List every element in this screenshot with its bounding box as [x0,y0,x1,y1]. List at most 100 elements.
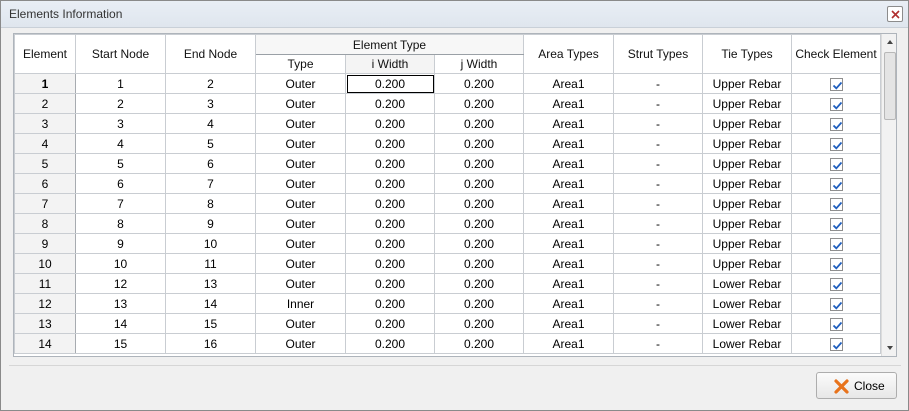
cell-start-node[interactable]: 14 [75,313,166,334]
cell-j-width[interactable]: 0.200 [434,313,524,334]
row-header-element[interactable]: 13 [14,313,76,334]
cell-i-width[interactable]: 0.200 [345,333,435,354]
check-element-checkbox[interactable] [829,217,843,231]
cell-strut-type[interactable]: - [613,213,703,234]
table-row[interactable]: 11 12 13 Outer 0.200 0.200 Area1- Lower Rebar [14,273,881,294]
table-row[interactable]: 12 13 14 Inner 0.200 0.200 Area1- Lower Rebar [14,293,881,314]
chevron-down-icon[interactable] [886,344,894,352]
check-element-checkbox[interactable] [829,237,843,251]
cell-end-node[interactable]: 13 [165,273,256,294]
cell-type[interactable]: Outer [255,193,346,214]
check-element-checkbox[interactable] [829,297,843,311]
cell-end-node[interactable]: 11 [165,253,256,274]
vertical-scrollbar[interactable] [881,34,896,356]
chevron-up-icon[interactable] [886,38,894,46]
table-row[interactable]: 3 3 4 Outer 0.200 0.200 Area1- Upper Rebar [14,113,881,134]
check-element-checkbox[interactable] [829,117,843,131]
cell-end-node[interactable]: 9 [165,213,256,234]
row-header-element[interactable]: 9 [14,233,76,254]
cell-tie-type[interactable]: Upper Rebar [702,93,792,114]
check-element-checkbox[interactable] [829,257,843,271]
cell-j-width[interactable]: 0.200 [434,73,524,94]
cell-tie-type[interactable]: Upper Rebar [702,193,792,214]
cell-strut-type[interactable]: - [613,253,703,274]
cell-i-width[interactable]: 0.200 [345,73,435,94]
cell-area-type[interactable]: Area1 [523,313,614,334]
table-row[interactable]: 8 8 9 Outer 0.200 0.200 Area1- Upper Rebar [14,213,881,234]
cell-tie-type[interactable]: Lower Rebar [702,313,792,334]
row-header-element[interactable]: 11 [14,273,76,294]
cell-strut-type[interactable]: - [613,113,703,134]
column-header-strut-types[interactable]: Strut Types [613,34,703,74]
check-element-checkbox[interactable] [829,317,843,331]
cell-strut-type[interactable]: - [613,93,703,114]
check-element-checkbox[interactable] [829,77,843,91]
row-header-element[interactable]: 2 [14,93,76,114]
cell-start-node[interactable]: 1 [75,73,166,94]
cell-type[interactable]: Outer [255,113,346,134]
cell-i-width[interactable]: 0.200 [345,153,435,174]
cell-strut-type[interactable]: - [613,173,703,194]
cell-type[interactable]: Outer [255,333,346,354]
cell-i-width[interactable]: 0.200 [345,193,435,214]
cell-area-type[interactable]: Area1 [523,233,614,254]
cell-tie-type[interactable]: Upper Rebar [702,253,792,274]
elements-grid[interactable]: Element Start Node End Node Element Type… [13,33,897,357]
cell-start-node[interactable]: 5 [75,153,166,174]
cell-strut-type[interactable]: - [613,273,703,294]
row-header-element[interactable]: 7 [14,193,76,214]
cell-area-type[interactable]: Area1 [523,193,614,214]
cell-tie-type[interactable]: Upper Rebar [702,73,792,94]
cell-type[interactable]: Outer [255,233,346,254]
row-header-element[interactable]: 1 [14,73,76,94]
cell-tie-type[interactable]: Lower Rebar [702,333,792,354]
table-row[interactable]: 13 14 15 Outer 0.200 0.200 Area1- Lower Rebar [14,313,881,334]
cell-area-type[interactable]: Area1 [523,133,614,154]
cell-area-type[interactable]: Area1 [523,333,614,354]
cell-j-width[interactable]: 0.200 [434,253,524,274]
cell-area-type[interactable]: Area1 [523,73,614,94]
cell-tie-type[interactable]: Upper Rebar [702,153,792,174]
column-header-i-width[interactable]: i Width [345,54,435,74]
cell-j-width[interactable]: 0.200 [434,193,524,214]
cell-strut-type[interactable]: - [613,313,703,334]
table-row[interactable]: 14 15 16 Outer 0.200 0.200 Area1- Lower Rebar [14,333,881,354]
cell-area-type[interactable]: Area1 [523,213,614,234]
cell-end-node[interactable]: 5 [165,133,256,154]
row-header-element[interactable]: 4 [14,133,76,154]
cell-end-node[interactable]: 7 [165,173,256,194]
column-header-type[interactable]: Type [255,54,346,74]
cell-end-node[interactable]: 4 [165,113,256,134]
cell-end-node[interactable]: 15 [165,313,256,334]
cell-start-node[interactable]: 15 [75,333,166,354]
cell-j-width[interactable]: 0.200 [434,293,524,314]
table-row[interactable]: 2 2 3 Outer 0.200 0.200 Area1- Upper Rebar [14,93,881,114]
window-close-button[interactable] [887,6,903,22]
column-header-start-node[interactable]: Start Node [75,34,166,74]
cell-strut-type[interactable]: - [613,233,703,254]
cell-i-width[interactable]: 0.200 [345,173,435,194]
close-button[interactable]: Close [816,372,897,399]
cell-j-width[interactable]: 0.200 [434,93,524,114]
check-element-checkbox[interactable] [829,177,843,191]
column-header-element[interactable]: Element [14,34,76,74]
cell-end-node[interactable]: 8 [165,193,256,214]
cell-i-width[interactable]: 0.200 [345,213,435,234]
row-header-element[interactable]: 14 [14,333,76,354]
column-header-tie-types[interactable]: Tie Types [702,34,792,74]
cell-j-width[interactable]: 0.200 [434,113,524,134]
cell-start-node[interactable]: 12 [75,273,166,294]
row-header-element[interactable]: 8 [14,213,76,234]
cell-i-width[interactable]: 0.200 [345,293,435,314]
cell-j-width[interactable]: 0.200 [434,333,524,354]
row-header-element[interactable]: 6 [14,173,76,194]
check-element-checkbox[interactable] [829,197,843,211]
cell-j-width[interactable]: 0.200 [434,173,524,194]
cell-i-width[interactable]: 0.200 [345,93,435,114]
cell-i-width[interactable]: 0.200 [345,133,435,154]
table-row[interactable]: 1 1 2 Outer 0.200 0.200 Area1- Upper Rebar [14,73,881,94]
cell-j-width[interactable]: 0.200 [434,133,524,154]
cell-strut-type[interactable]: - [613,133,703,154]
table-row[interactable]: 10 10 11 Outer 0.200 0.200 Area1- Upper Rebar [14,253,881,274]
cell-type[interactable]: Outer [255,133,346,154]
